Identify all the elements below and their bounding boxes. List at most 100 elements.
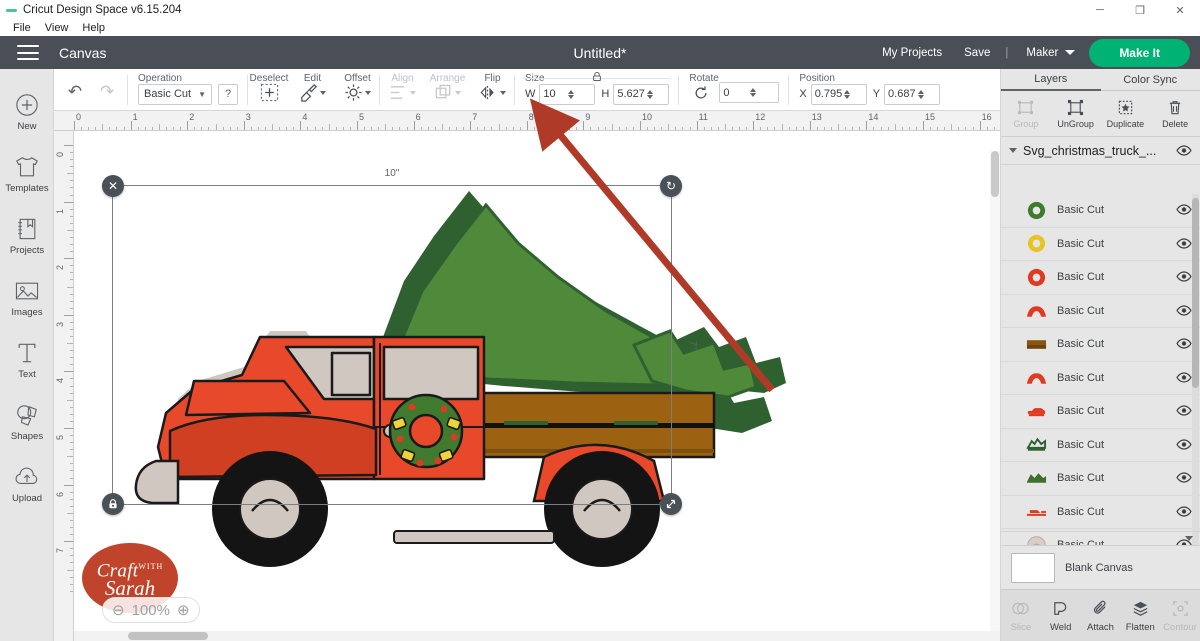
lock-handle-icon[interactable] xyxy=(102,493,124,515)
y-stepper[interactable] xyxy=(918,90,936,99)
edit-icon[interactable] xyxy=(299,81,326,105)
minimize-icon[interactable]: ─ xyxy=(1080,0,1120,20)
height-stepper[interactable] xyxy=(647,90,665,99)
zoom-out-icon[interactable]: ⊖ xyxy=(112,601,125,619)
arrange-group: Arrange xyxy=(425,69,470,111)
delete-button[interactable]: Delete xyxy=(1150,91,1200,136)
close-icon[interactable]: ✕ xyxy=(1160,0,1200,20)
visibility-eye-icon[interactable] xyxy=(1176,338,1192,350)
visibility-eye-icon[interactable] xyxy=(1176,372,1192,384)
canvas-horizontal-scrollbar[interactable] xyxy=(74,631,1000,641)
layer-row[interactable]: Basic Cut xyxy=(1001,328,1200,362)
height-input[interactable]: 5.627 xyxy=(613,84,669,105)
layer-list-scrollbar[interactable] xyxy=(1192,194,1199,545)
selection-bounding-box[interactable]: 10" 7" ✕ ↻ xyxy=(112,185,672,505)
visibility-eye-icon[interactable] xyxy=(1176,439,1192,451)
attach-button[interactable]: Attach xyxy=(1081,590,1121,641)
y-label: Y xyxy=(873,88,880,100)
lock-aspect-icon[interactable] xyxy=(592,71,603,85)
layer-group-row[interactable]: Svg_christmas_truck_... xyxy=(1001,137,1200,165)
layer-row[interactable]: Basic Cut xyxy=(1001,395,1200,429)
header-separator: | xyxy=(1001,47,1012,59)
operation-help-button[interactable]: ? xyxy=(218,84,238,105)
sidebar-item-new[interactable]: New xyxy=(0,81,54,143)
redo-icon[interactable]: ↶ xyxy=(94,79,120,105)
blank-canvas-row[interactable]: Blank Canvas xyxy=(1001,545,1200,589)
sidebar-item-images[interactable]: Images xyxy=(0,267,54,329)
layer-thumbnail-icon xyxy=(1025,199,1047,221)
flatten-button[interactable]: Flatten xyxy=(1120,590,1160,641)
resize-handle-icon[interactable] xyxy=(660,493,682,515)
canvas-board[interactable]: 10" 7" ✕ ↻ CraftWITH Sarah ⊖ 100% xyxy=(74,131,1000,641)
visibility-eye-icon[interactable] xyxy=(1176,305,1192,317)
x-stepper[interactable] xyxy=(844,90,862,99)
sidebar-item-templates[interactable]: Templates xyxy=(0,143,54,205)
rotate-input[interactable]: 0 xyxy=(719,82,779,103)
tab-color-sync[interactable]: Color Sync xyxy=(1101,69,1200,91)
delete-handle-icon[interactable]: ✕ xyxy=(102,175,124,197)
deselect-icon[interactable] xyxy=(257,81,281,105)
operation-select[interactable]: Basic Cut ▼ xyxy=(138,84,212,105)
sidebar-item-upload[interactable]: Upload xyxy=(0,453,54,515)
delete-label: Delete xyxy=(1162,119,1188,129)
layer-row[interactable]: Basic Cut xyxy=(1001,194,1200,228)
visibility-eye-icon[interactable] xyxy=(1176,145,1192,157)
canvas-color-swatch[interactable] xyxy=(1011,553,1055,583)
menu-help[interactable]: Help xyxy=(75,20,112,36)
height-field[interactable]: H 5.627 xyxy=(601,84,669,105)
visibility-eye-icon[interactable] xyxy=(1176,472,1192,484)
chevron-down-icon[interactable] xyxy=(1185,536,1193,541)
ungroup-button[interactable]: UnGroup xyxy=(1051,91,1101,136)
layer-row[interactable]: Basic Cut xyxy=(1001,295,1200,329)
sidebar-item-projects[interactable]: Projects xyxy=(0,205,54,267)
zoom-in-icon[interactable]: ⊕ xyxy=(177,601,190,619)
sidebar-item-text[interactable]: Text xyxy=(0,329,54,391)
tab-layers[interactable]: Layers xyxy=(1001,69,1101,91)
hamburger-menu-icon[interactable] xyxy=(17,45,39,60)
layer-row[interactable]: Basic Cut xyxy=(1001,362,1200,396)
layer-row[interactable]: Basic Cut xyxy=(1001,228,1200,262)
menu-view[interactable]: View xyxy=(38,20,76,36)
flip-icon[interactable] xyxy=(479,81,506,105)
width-input[interactable]: 10 xyxy=(539,84,595,105)
duplicate-button[interactable]: Duplicate xyxy=(1101,91,1151,136)
width-field[interactable]: W 10 xyxy=(525,84,595,105)
x-field[interactable]: X 0.795 xyxy=(799,84,866,105)
layer-row[interactable]: Basic Cut xyxy=(1001,462,1200,496)
weld-button[interactable]: Weld xyxy=(1041,590,1081,641)
group-icon xyxy=(1017,99,1034,117)
visibility-eye-icon[interactable] xyxy=(1176,238,1192,250)
maximize-icon[interactable]: ❐ xyxy=(1120,0,1160,20)
chevron-down-icon[interactable] xyxy=(1009,148,1017,153)
panel-select-bar[interactable] xyxy=(1001,531,1200,545)
visibility-eye-icon[interactable] xyxy=(1176,271,1192,283)
chevron-down-icon xyxy=(500,91,506,95)
rotate-handle-icon[interactable]: ↻ xyxy=(660,175,682,197)
layer-label: Basic Cut xyxy=(1057,506,1166,518)
layer-list[interactable]: Basic CutBasic CutBasic CutBasic CutBasi… xyxy=(1001,194,1200,545)
y-input[interactable]: 0.687 xyxy=(884,84,940,105)
plus-circle-icon xyxy=(14,92,40,118)
my-projects-button[interactable]: My Projects xyxy=(871,47,953,59)
width-stepper[interactable] xyxy=(568,90,591,99)
layer-row[interactable]: Basic Cut xyxy=(1001,261,1200,295)
visibility-eye-icon[interactable] xyxy=(1176,506,1192,518)
rotate-stepper[interactable] xyxy=(750,88,775,97)
make-it-button[interactable]: Make It xyxy=(1089,39,1190,67)
layer-row[interactable]: Basic Cut xyxy=(1001,429,1200,463)
duplicate-label: Duplicate xyxy=(1107,119,1145,129)
layer-row[interactable]: Basic Cut xyxy=(1001,496,1200,530)
y-field[interactable]: Y 0.687 xyxy=(873,84,940,105)
zoom-control[interactable]: ⊖ 100% ⊕ xyxy=(102,597,200,623)
canvas-vertical-scrollbar[interactable] xyxy=(990,151,1000,631)
save-button[interactable]: Save xyxy=(953,47,1001,59)
canvas-area[interactable]: 012345678910111213141516 01234567 xyxy=(54,111,1000,641)
offset-icon[interactable] xyxy=(344,81,371,105)
x-input[interactable]: 0.795 xyxy=(811,84,867,105)
machine-selector[interactable]: Maker xyxy=(1012,47,1081,59)
sidebar-item-shapes[interactable]: Shapes xyxy=(0,391,54,453)
visibility-eye-icon[interactable] xyxy=(1176,204,1192,216)
menu-file[interactable]: File xyxy=(6,20,38,36)
undo-icon[interactable]: ↶ xyxy=(62,79,88,105)
visibility-eye-icon[interactable] xyxy=(1176,405,1192,417)
